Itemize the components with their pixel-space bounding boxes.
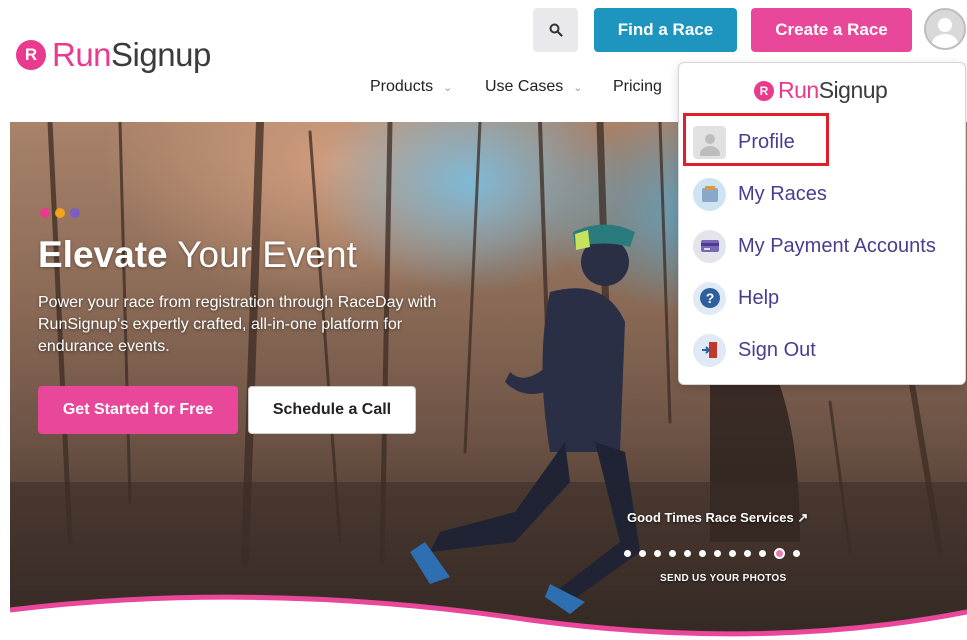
account-dropdown-menu: R RunSignup Profile My Races My Payment … (678, 62, 966, 385)
carousel-dot[interactable] (699, 550, 706, 557)
carousel-dot[interactable] (669, 550, 676, 557)
user-avatar[interactable] (924, 8, 966, 50)
avatar-icon (926, 10, 964, 48)
carousel-dot[interactable] (729, 550, 736, 557)
svg-text:?: ? (705, 290, 714, 306)
menu-item-help[interactable]: ? Help (687, 276, 785, 320)
hero-description: Power your race from registration throug… (38, 294, 437, 355)
logo-text: RunSignup (52, 36, 211, 73)
nav-pricing-label: Pricing (613, 78, 662, 95)
carousel-dot[interactable] (774, 548, 785, 559)
nav-use-cases-label: Use Cases (485, 78, 564, 95)
sign-out-icon (693, 333, 726, 367)
menu-item-label: Help (738, 286, 780, 309)
schedule-call-button[interactable]: Schedule a Call (248, 386, 416, 434)
runsignup-logo[interactable]: R RunSignup (16, 36, 211, 74)
nav-products[interactable]: Products ⌄ (370, 78, 452, 96)
nav-products-label: Products (370, 78, 434, 95)
carousel-dot[interactable] (654, 550, 661, 557)
hero-wave-divider (10, 594, 967, 640)
carousel-dot[interactable] (684, 550, 691, 557)
external-link-icon: ↗ (797, 510, 809, 525)
menu-item-my-races[interactable]: My Races (687, 172, 833, 216)
carousel-dot[interactable] (793, 550, 800, 557)
menu-item-label: Sign Out (738, 338, 816, 361)
carousel-dot[interactable] (759, 550, 766, 557)
carousel-dot[interactable] (714, 550, 721, 557)
nav-pricing[interactable]: Pricing (613, 78, 662, 96)
payment-icon (693, 229, 726, 263)
create-race-button[interactable]: Create a Race (751, 8, 912, 52)
menu-item-label: My Races (738, 182, 827, 205)
page: R RunSignup Find a Race Create a Race Pr… (0, 0, 967, 640)
hero-title: Elevate Your Event (38, 234, 357, 275)
search-button[interactable] (533, 8, 578, 52)
carousel-dot[interactable] (744, 550, 751, 557)
nav-use-cases[interactable]: Use Cases ⌄ (485, 78, 582, 96)
get-started-button[interactable]: Get Started for Free (38, 386, 238, 434)
help-icon: ? (693, 281, 726, 315)
logo-mark: R (16, 40, 46, 70)
menu-item-payment-accounts[interactable]: My Payment Accounts (687, 224, 942, 268)
photo-credit-link[interactable]: Good Times Race Services ↗ (627, 510, 808, 526)
chevron-down-icon: ⌄ (573, 81, 583, 94)
find-race-button[interactable]: Find a Race (594, 8, 737, 52)
menu-item-sign-out[interactable]: Sign Out (687, 328, 822, 372)
profile-highlight-box (683, 113, 829, 166)
search-icon (549, 23, 563, 37)
dropdown-logo: R RunSignup (754, 77, 888, 104)
carousel-dots[interactable] (624, 548, 800, 559)
decorative-dots (40, 208, 80, 218)
chevron-down-icon: ⌄ (443, 81, 453, 94)
menu-item-label: My Payment Accounts (738, 234, 936, 257)
carousel-dot[interactable] (624, 550, 631, 557)
races-icon (693, 177, 726, 211)
carousel-dot[interactable] (639, 550, 646, 557)
